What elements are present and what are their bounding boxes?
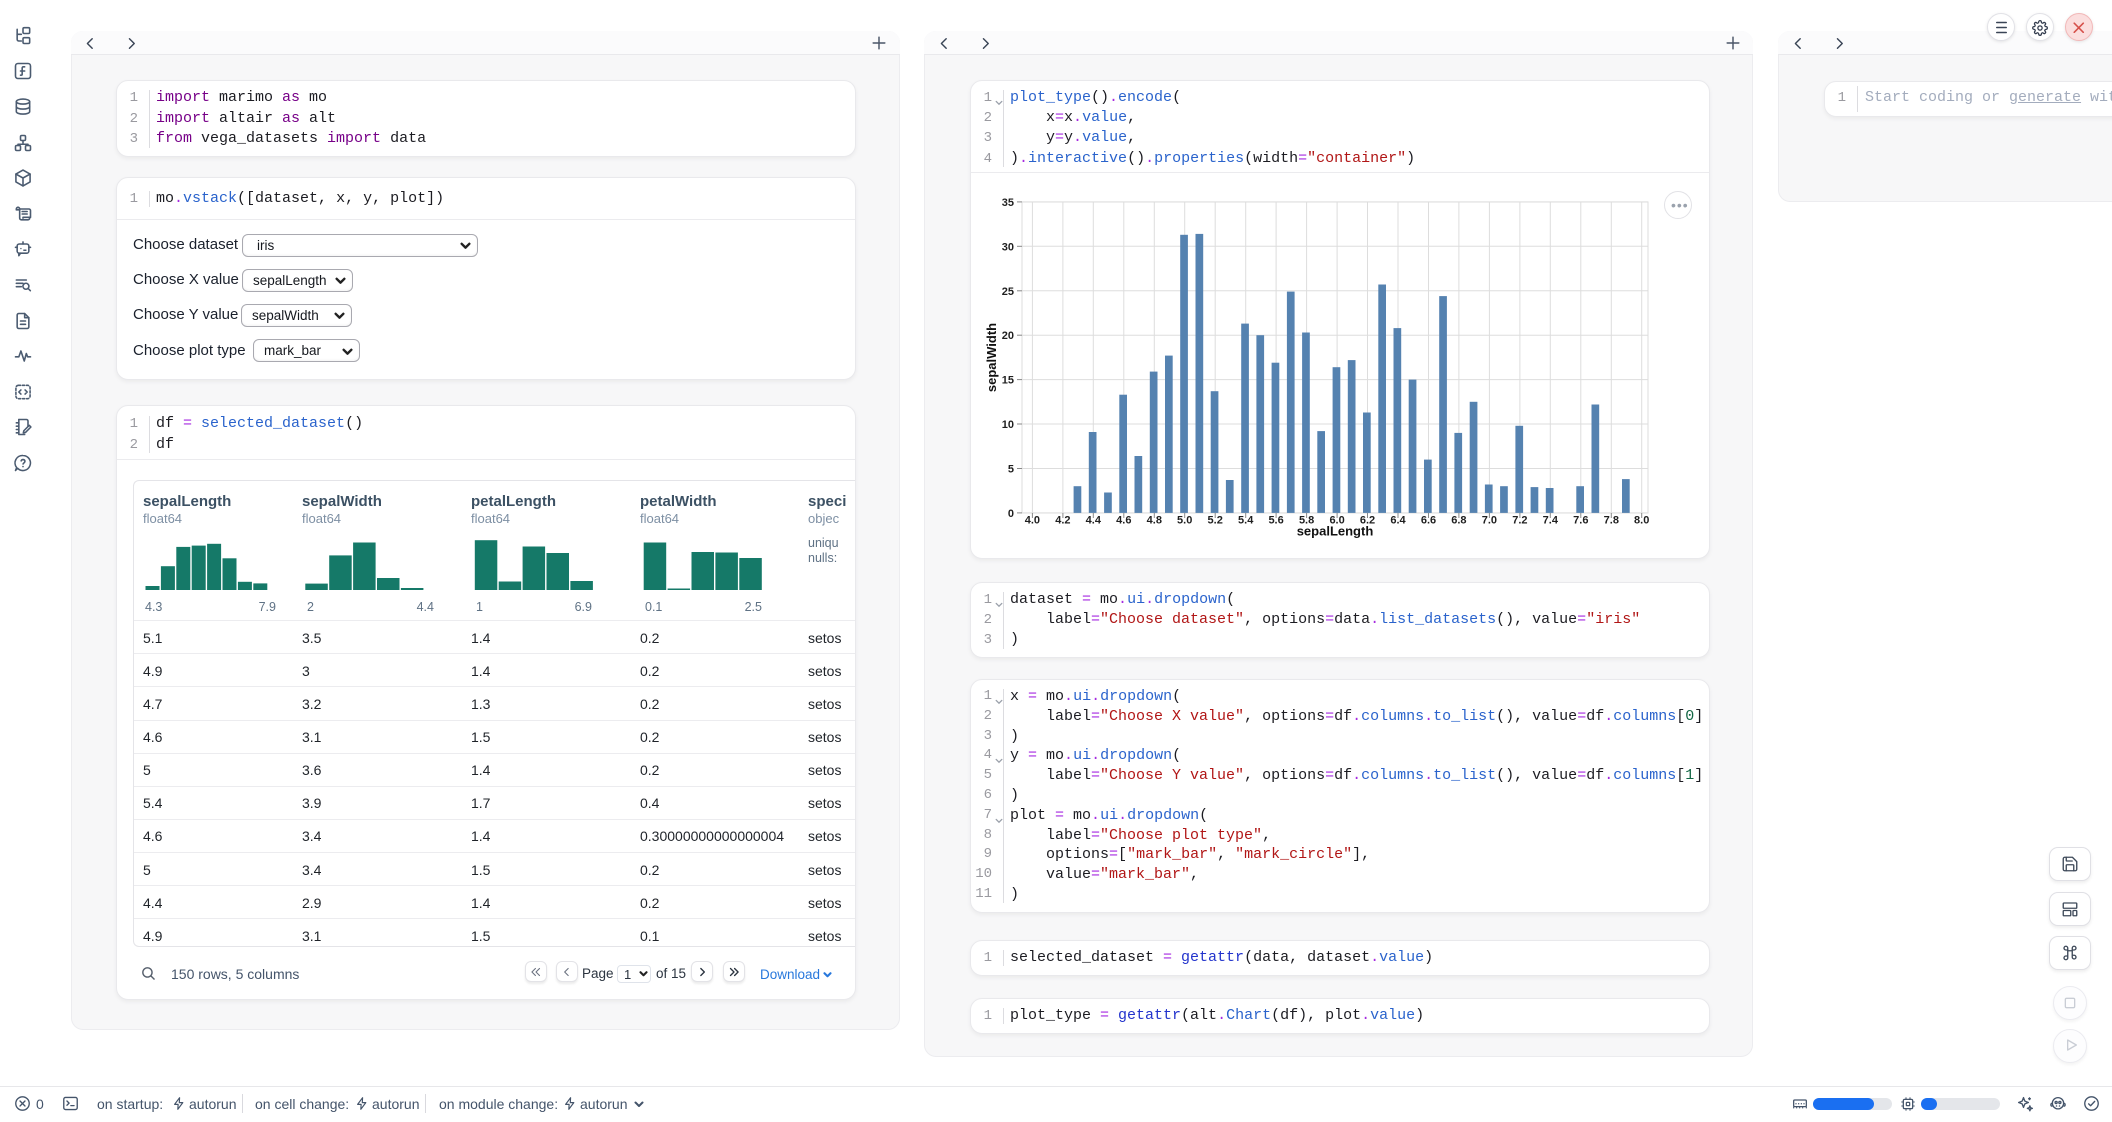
svg-text:7.2: 7.2 xyxy=(1512,515,1527,527)
svg-text:sepalWidth: sepalWidth xyxy=(984,323,999,392)
svg-text:4.8: 4.8 xyxy=(1147,515,1162,527)
svg-text:4.6: 4.6 xyxy=(1116,515,1131,527)
svg-text:7.4: 7.4 xyxy=(1543,515,1559,527)
svg-text:5.6: 5.6 xyxy=(1268,515,1283,527)
svg-text:7.0: 7.0 xyxy=(1482,515,1497,527)
svg-text:25: 25 xyxy=(1002,286,1014,298)
svg-text:10: 10 xyxy=(1002,419,1014,431)
svg-text:6.8: 6.8 xyxy=(1451,515,1466,527)
svg-text:35: 35 xyxy=(1002,197,1014,209)
svg-text:7.6: 7.6 xyxy=(1573,515,1588,527)
svg-text:4.4: 4.4 xyxy=(1086,515,1102,527)
svg-text:0: 0 xyxy=(1008,508,1014,520)
svg-text:6.4: 6.4 xyxy=(1390,515,1406,527)
svg-text:15: 15 xyxy=(1002,375,1014,387)
svg-text:5: 5 xyxy=(1008,464,1014,476)
svg-text:5.2: 5.2 xyxy=(1208,515,1223,527)
svg-text:4.0: 4.0 xyxy=(1025,515,1040,527)
svg-text:5.0: 5.0 xyxy=(1177,515,1192,527)
svg-text:8.0: 8.0 xyxy=(1634,515,1649,527)
svg-text:7.8: 7.8 xyxy=(1604,515,1619,527)
svg-text:30: 30 xyxy=(1002,241,1014,253)
svg-text:20: 20 xyxy=(1002,330,1014,342)
svg-text:5.4: 5.4 xyxy=(1238,515,1254,527)
svg-text:sepalLength: sepalLength xyxy=(1297,524,1374,539)
svg-text:6.6: 6.6 xyxy=(1421,515,1436,527)
svg-text:4.2: 4.2 xyxy=(1055,515,1070,527)
